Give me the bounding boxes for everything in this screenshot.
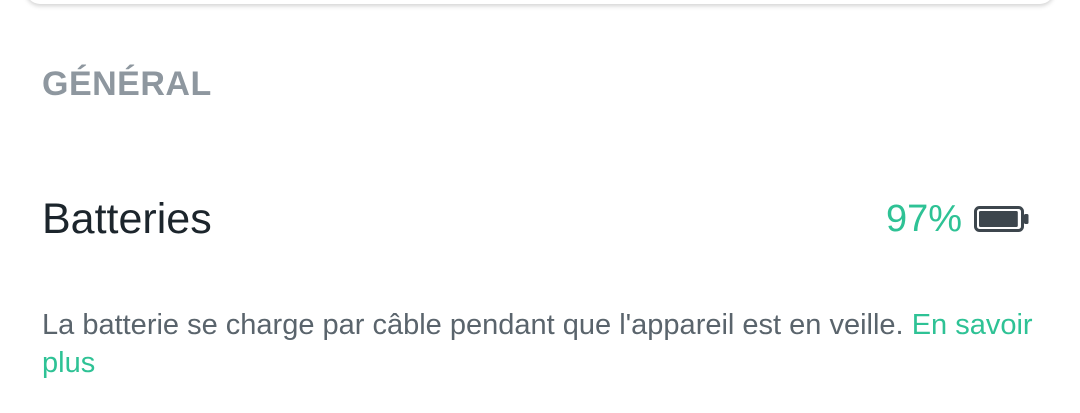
battery-row[interactable]: Batteries 97% <box>0 180 1080 256</box>
battery-title: Batteries <box>42 195 212 243</box>
section-header-general: GÉNÉRAL <box>42 65 212 103</box>
battery-status: 97% <box>886 198 1030 240</box>
battery-percent: 97% <box>885 198 962 240</box>
battery-full-icon <box>974 206 1030 232</box>
description-text: La batterie se charge par câble pendant … <box>42 309 912 341</box>
battery-description: La batterie se charge par câble pendant … <box>42 306 1042 382</box>
top-card-edge <box>26 0 1054 4</box>
